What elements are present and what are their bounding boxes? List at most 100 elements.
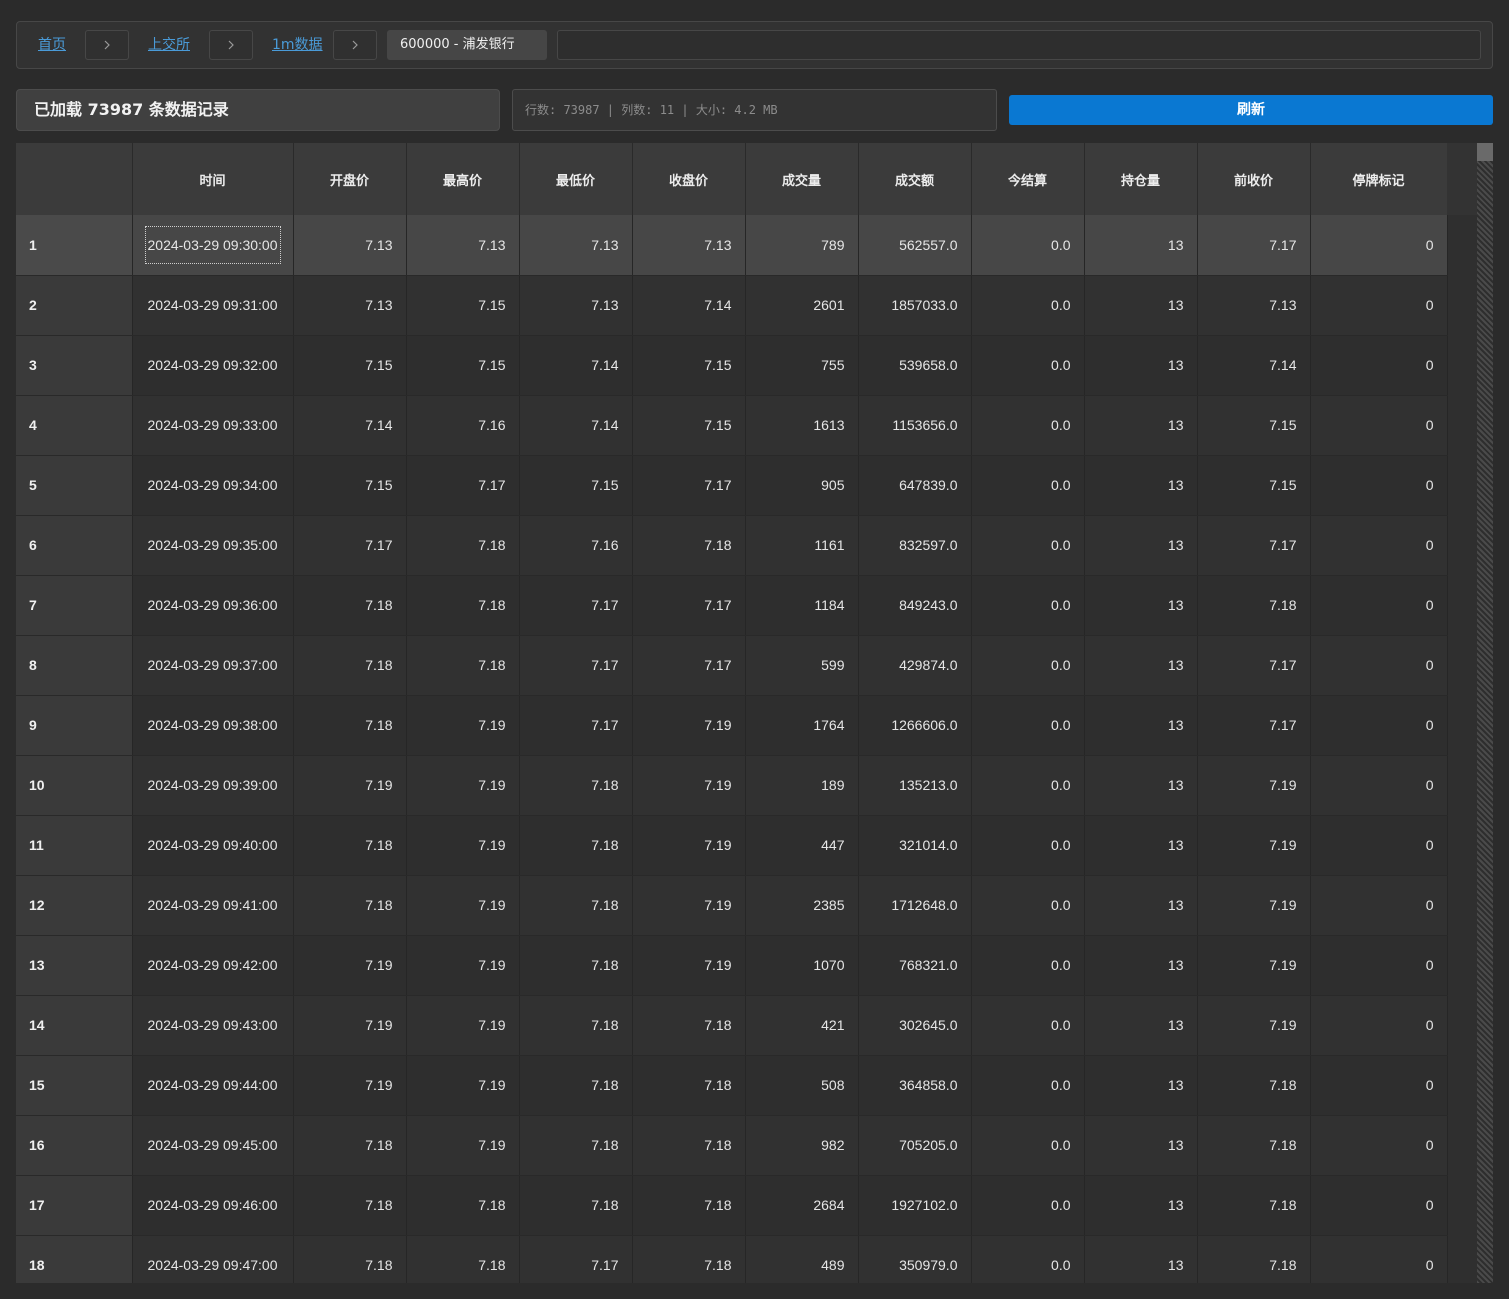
table-row[interactable]: 18 2024-03-29 09:47:00 7.18 7.18 7.17 7.18 489… <box>16 1235 1448 1283</box>
table-cell[interactable]: 0.0 <box>971 875 1085 936</box>
table-cell[interactable]: 7.15 <box>632 335 746 396</box>
table-row[interactable]: 9 2024-03-29 09:38:00 7.18 7.19 7.17 7.19 1764… <box>16 695 1448 756</box>
table-cell[interactable]: 13 <box>1084 455 1198 516</box>
row-number[interactable]: 7 <box>16 575 133 636</box>
table-cell[interactable]: 429874.0 <box>858 635 972 696</box>
table-cell[interactable]: 789 <box>745 215 859 276</box>
column-header[interactable]: 停牌标记 <box>1310 143 1448 215</box>
table-cell[interactable]: 7.17 <box>632 455 746 516</box>
table-cell[interactable]: 7.18 <box>519 1175 633 1236</box>
table-cell[interactable]: 0 <box>1310 935 1448 996</box>
table-cell[interactable]: 7.18 <box>519 935 633 996</box>
table-cell[interactable]: 7.13 <box>1197 275 1311 336</box>
vertical-scrollbar[interactable] <box>1477 143 1493 1283</box>
table-cell-time[interactable]: 2024-03-29 09:39:00 <box>132 755 294 816</box>
column-header[interactable]: 最高价 <box>406 143 520 215</box>
table-cell[interactable]: 7.19 <box>632 875 746 936</box>
table-cell[interactable]: 0.0 <box>971 395 1085 456</box>
table-cell[interactable]: 13 <box>1084 815 1198 876</box>
row-number[interactable]: 5 <box>16 455 133 516</box>
column-header[interactable]: 时间 <box>132 143 294 215</box>
table-cell[interactable]: 7.19 <box>406 815 520 876</box>
row-number[interactable]: 15 <box>16 1055 133 1116</box>
table-cell[interactable]: 7.19 <box>293 935 407 996</box>
table-cell-time[interactable]: 2024-03-29 09:42:00 <box>132 935 294 996</box>
row-number[interactable]: 1 <box>16 215 133 276</box>
table-row[interactable]: 17 2024-03-29 09:46:00 7.18 7.18 7.18 7.18 268… <box>16 1175 1448 1236</box>
table-cell[interactable]: 508 <box>745 1055 859 1116</box>
table-cell[interactable]: 7.14 <box>1197 335 1311 396</box>
focused-cell[interactable]: 2024-03-29 09:30:00 <box>144 225 281 264</box>
table-cell[interactable]: 7.13 <box>519 215 633 276</box>
column-header[interactable]: 成交量 <box>745 143 859 215</box>
table-cell-time[interactable]: 2024-03-29 09:30:00 <box>132 215 294 276</box>
table-cell-time[interactable]: 2024-03-29 09:31:00 <box>132 275 294 336</box>
table-row[interactable]: 3 2024-03-29 09:32:00 7.15 7.15 7.14 7.15 755 5… <box>16 335 1448 396</box>
table-cell[interactable]: 13 <box>1084 575 1198 636</box>
table-cell[interactable]: 0 <box>1310 455 1448 516</box>
table-cell[interactable]: 7.17 <box>519 575 633 636</box>
table-cell-time[interactable]: 2024-03-29 09:34:00 <box>132 455 294 516</box>
table-cell[interactable]: 0 <box>1310 335 1448 396</box>
table-row[interactable]: 10 2024-03-29 09:39:00 7.19 7.19 7.18 7.19 189… <box>16 755 1448 816</box>
table-cell[interactable]: 0 <box>1310 515 1448 576</box>
table-cell[interactable]: 7.19 <box>632 695 746 756</box>
table-cell[interactable]: 7.18 <box>632 1175 746 1236</box>
table-cell[interactable]: 7.17 <box>1197 695 1311 756</box>
table-cell[interactable]: 0.0 <box>971 755 1085 816</box>
table-cell[interactable]: 7.15 <box>406 335 520 396</box>
table-cell[interactable]: 0.0 <box>971 215 1085 276</box>
table-cell[interactable]: 13 <box>1084 995 1198 1056</box>
table-row[interactable]: 4 2024-03-29 09:33:00 7.14 7.16 7.14 7.15 1613… <box>16 395 1448 456</box>
table-cell[interactable]: 0.0 <box>971 935 1085 996</box>
table-row[interactable]: 14 2024-03-29 09:43:00 7.19 7.19 7.18 7.18 421… <box>16 995 1448 1056</box>
table-cell[interactable]: 13 <box>1084 1175 1198 1236</box>
table-cell[interactable]: 7.17 <box>1197 635 1311 696</box>
table-cell[interactable]: 447 <box>745 815 859 876</box>
table-cell[interactable]: 13 <box>1084 515 1198 576</box>
table-cell[interactable]: 7.19 <box>632 935 746 996</box>
table-row[interactable]: 7 2024-03-29 09:36:00 7.18 7.18 7.17 7.17 1184… <box>16 575 1448 636</box>
table-cell[interactable]: 7.18 <box>519 1115 633 1176</box>
refresh-button[interactable]: 刷新 <box>1009 95 1493 125</box>
table-cell-time[interactable]: 2024-03-29 09:45:00 <box>132 1115 294 1176</box>
table-cell[interactable]: 0 <box>1310 815 1448 876</box>
breadcrumb-link-exchange[interactable]: 上交所 <box>148 22 190 68</box>
table-cell[interactable]: 7.18 <box>519 875 633 936</box>
row-number[interactable]: 14 <box>16 995 133 1056</box>
table-cell[interactable]: 7.19 <box>293 1055 407 1116</box>
table-cell[interactable]: 7.17 <box>519 695 633 756</box>
table-cell[interactable]: 7.17 <box>1197 515 1311 576</box>
row-number[interactable]: 4 <box>16 395 133 456</box>
row-number[interactable]: 17 <box>16 1175 133 1236</box>
table-cell-time[interactable]: 2024-03-29 09:38:00 <box>132 695 294 756</box>
table-cell-time[interactable]: 2024-03-29 09:41:00 <box>132 875 294 936</box>
table-cell[interactable]: 13 <box>1084 755 1198 816</box>
table-cell[interactable]: 1712648.0 <box>858 875 972 936</box>
table-cell[interactable]: 0.0 <box>971 1235 1085 1283</box>
column-header[interactable]: 持仓量 <box>1084 143 1198 215</box>
table-cell[interactable]: 7.19 <box>406 875 520 936</box>
table-cell[interactable]: 7.15 <box>1197 395 1311 456</box>
table-cell[interactable]: 7.18 <box>1197 1055 1311 1116</box>
table-cell[interactable]: 7.18 <box>406 575 520 636</box>
table-row[interactable]: 2 2024-03-29 09:31:00 7.13 7.15 7.13 7.14 2601… <box>16 275 1448 336</box>
table-cell[interactable]: 7.16 <box>519 515 633 576</box>
table-cell[interactable]: 7.18 <box>293 635 407 696</box>
table-cell[interactable]: 7.18 <box>1197 1175 1311 1236</box>
table-cell[interactable]: 2684 <box>745 1175 859 1236</box>
table-cell[interactable]: 7.13 <box>293 215 407 276</box>
table-cell[interactable]: 768321.0 <box>858 935 972 996</box>
row-number[interactable]: 2 <box>16 275 133 336</box>
table-row[interactable]: 15 2024-03-29 09:44:00 7.19 7.19 7.18 7.18 508… <box>16 1055 1448 1116</box>
table-cell[interactable]: 905 <box>745 455 859 516</box>
breadcrumb-separator-button[interactable] <box>333 30 377 60</box>
table-cell[interactable]: 7.19 <box>1197 875 1311 936</box>
table-cell[interactable]: 755 <box>745 335 859 396</box>
table-cell[interactable]: 7.19 <box>406 755 520 816</box>
row-number[interactable]: 11 <box>16 815 133 876</box>
table-cell[interactable]: 7.17 <box>632 575 746 636</box>
table-cell[interactable]: 7.17 <box>1197 215 1311 276</box>
table-cell[interactable]: 7.18 <box>293 695 407 756</box>
table-cell[interactable]: 7.19 <box>1197 935 1311 996</box>
